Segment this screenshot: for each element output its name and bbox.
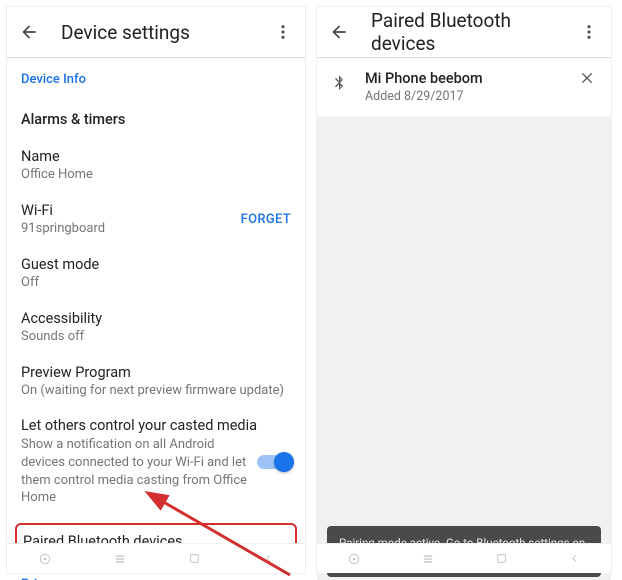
device-settings-screen: Device settings Device Info Alarms & tim… xyxy=(6,6,306,574)
device-info-link[interactable]: Device Info xyxy=(21,58,291,101)
guest-label: Guest mode xyxy=(21,256,291,273)
nav-home-icon[interactable] xyxy=(188,552,201,565)
preview-value: On (waiting for next preview firmware up… xyxy=(21,383,291,400)
forget-button[interactable]: FORGET xyxy=(241,212,291,227)
paired-devices-screen: Paired Bluetooth devices Mi Phone beebom… xyxy=(316,6,612,574)
preview-program-item[interactable]: Preview Program On (waiting for next pre… xyxy=(21,356,291,408)
nav-back-icon[interactable] xyxy=(568,552,581,565)
appbar: Paired Bluetooth devices xyxy=(317,7,611,57)
nav-target-icon[interactable] xyxy=(38,552,52,566)
device-added: Added 8/29/2017 xyxy=(365,89,579,104)
nav-back-icon[interactable] xyxy=(262,552,275,565)
wifi-label: Wi-Fi xyxy=(21,202,241,219)
appbar: Device settings xyxy=(7,7,305,57)
casted-media-item[interactable]: Let others control your casted media Sho… xyxy=(21,409,291,514)
back-icon[interactable] xyxy=(327,20,351,44)
settings-content: Device Info Alarms & timers Name Office … xyxy=(7,58,305,580)
nav-recent-icon[interactable] xyxy=(421,552,435,566)
name-label: Name xyxy=(21,148,291,165)
nav-home-icon[interactable] xyxy=(495,552,508,565)
casted-label: Let others control your casted media xyxy=(21,417,257,434)
casted-desc: Show a notification on all Android devic… xyxy=(21,436,257,506)
nav-recent-icon[interactable] xyxy=(113,552,127,566)
alarms-heading: Alarms & timers xyxy=(21,101,291,140)
device-name: Mi Phone beebom xyxy=(365,70,579,87)
preview-label: Preview Program xyxy=(21,364,291,381)
wifi-value: 91springboard xyxy=(21,221,241,238)
back-icon[interactable] xyxy=(17,20,41,44)
name-value: Office Home xyxy=(21,167,291,184)
wifi-item[interactable]: Wi-Fi 91springboard FORGET xyxy=(21,194,291,246)
more-icon[interactable] xyxy=(577,20,601,44)
bluetooth-icon xyxy=(331,72,351,96)
android-navbar xyxy=(317,543,611,573)
nav-target-icon[interactable] xyxy=(347,552,361,566)
accessibility-value: Sounds off xyxy=(21,329,291,346)
casted-toggle[interactable] xyxy=(257,455,291,469)
guest-value: Off xyxy=(21,275,291,292)
screen-title: Paired Bluetooth devices xyxy=(371,9,577,55)
screen-title: Device settings xyxy=(61,21,271,44)
accessibility-label: Accessibility xyxy=(21,310,291,327)
body-area: Pairing mode active. Go to Bluetooth set… xyxy=(317,116,611,580)
name-item[interactable]: Name Office Home xyxy=(21,140,291,192)
accessibility-item[interactable]: Accessibility Sounds off xyxy=(21,302,291,354)
android-navbar xyxy=(7,543,305,573)
more-icon[interactable] xyxy=(271,20,295,44)
guest-mode-item[interactable]: Guest mode Off xyxy=(21,248,291,300)
close-icon[interactable] xyxy=(579,70,597,88)
paired-device-row[interactable]: Mi Phone beebom Added 8/29/2017 xyxy=(317,58,611,116)
